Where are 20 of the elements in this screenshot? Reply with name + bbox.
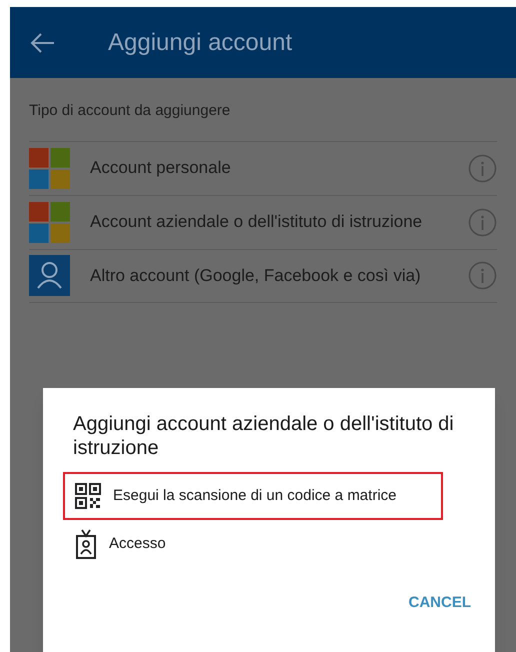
- dialog-option[interactable]: Esegui la scansione di un codice a matrice: [63, 472, 443, 520]
- info-icon[interactable]: [468, 154, 497, 182]
- account-type-label: Account aziendale o dell'istituto di istruzione: [90, 211, 424, 234]
- windows-logo-icon: [29, 148, 70, 188]
- cancel-button[interactable]: CANCEL: [404, 592, 475, 614]
- account-type-row[interactable]: Account aziendale o dell'istituto di istruzione: [29, 194, 497, 248]
- windows-logo-icon: [29, 202, 70, 242]
- header-title: Aggiungi account: [108, 28, 292, 58]
- dialog-title: Aggiungi account aziendale o dell'istituto di istruzione: [72, 412, 455, 460]
- account-type-row[interactable]: Account personale: [29, 140, 497, 194]
- dialog-option[interactable]: Accesso: [63, 520, 443, 568]
- qr-code-icon: [75, 483, 101, 509]
- id-badge-icon: [75, 529, 97, 559]
- person-icon: [29, 255, 70, 296]
- account-type-label: Account personale: [90, 157, 232, 180]
- info-icon[interactable]: [468, 261, 497, 290]
- info-icon[interactable]: [468, 208, 497, 236]
- section-label: Tipo di account da aggiungere: [29, 101, 232, 121]
- account-type-row[interactable]: Altro account (Google, Facebook e così via): [29, 248, 497, 302]
- account-type-label: Altro account (Google, Facebook e così via): [90, 264, 422, 287]
